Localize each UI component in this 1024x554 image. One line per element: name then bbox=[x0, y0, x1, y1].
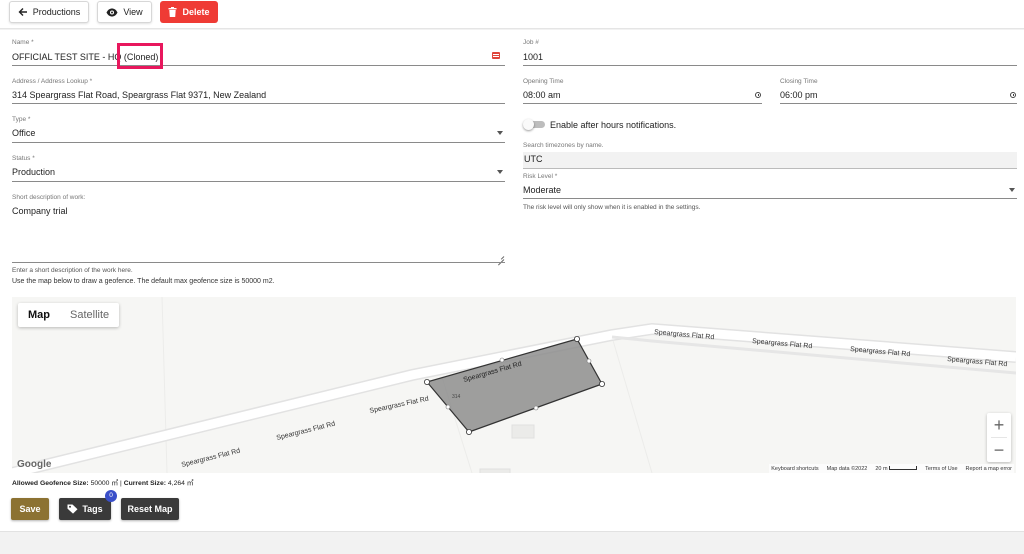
description-value: Company trial bbox=[12, 206, 68, 216]
geofence-midpoint-handle[interactable] bbox=[586, 358, 592, 364]
risk-value: Moderate bbox=[523, 185, 562, 195]
allowed-size-value: 50000 ㎡ bbox=[90, 480, 119, 487]
tags-count-badge: 0 bbox=[105, 490, 117, 502]
keyboard-shortcuts-link[interactable]: Keyboard shortcuts bbox=[771, 466, 818, 472]
parcel-number: 314 bbox=[452, 394, 461, 400]
job-number-field[interactable]: Job # 1001 bbox=[523, 39, 1017, 66]
after-hours-label: Enable after hours notifications. bbox=[550, 120, 677, 130]
type-select[interactable]: Type * Office bbox=[12, 116, 505, 143]
opening-time-field[interactable]: Opening Time 08:00 am bbox=[523, 78, 762, 104]
timezone-value: UTC bbox=[524, 154, 543, 164]
address-value: 314 Speargrass Flat Road, Speargrass Fla… bbox=[12, 90, 267, 100]
contact-card-icon[interactable] bbox=[492, 52, 500, 59]
description-label: Short description of work: bbox=[12, 194, 86, 201]
chevron-down-icon bbox=[1009, 188, 1015, 192]
status-label: Status * bbox=[12, 155, 35, 162]
closing-time-value: 06:00 pm bbox=[780, 90, 818, 100]
after-hours-toggle[interactable] bbox=[523, 119, 545, 130]
closing-time-label: Closing Time bbox=[780, 78, 818, 85]
type-value: Office bbox=[12, 128, 36, 138]
page-footer bbox=[0, 531, 1024, 554]
opening-time-label: Opening Time bbox=[523, 78, 564, 85]
reset-map-button[interactable]: Reset Map bbox=[121, 498, 179, 520]
map-type-control: Map Satellite bbox=[18, 303, 120, 327]
top-toolbar: Productions View Delete bbox=[0, 0, 1024, 29]
map-data-text: Map data ©2022 bbox=[826, 465, 868, 472]
reset-map-button-label: Reset Map bbox=[127, 504, 173, 514]
arrow-left-icon bbox=[18, 8, 27, 16]
geofence-midpoint-handle[interactable] bbox=[499, 357, 505, 363]
view-button-label: View bbox=[123, 7, 143, 17]
current-size-value: 4,264 ㎡ bbox=[167, 480, 194, 487]
chevron-down-icon bbox=[497, 170, 503, 174]
type-label: Type * bbox=[12, 116, 31, 123]
report-map-error-link[interactable]: Report a map error bbox=[966, 466, 1012, 472]
timezone-search-input[interactable]: UTC bbox=[523, 152, 1017, 169]
status-select[interactable]: Status * Production bbox=[12, 155, 505, 182]
job-value: 1001 bbox=[523, 52, 544, 62]
description-hint: Enter a short description of the work he… bbox=[12, 267, 133, 274]
opening-time-value: 08:00 am bbox=[523, 90, 561, 100]
allowed-size-label: Allowed Geofence Size: bbox=[12, 480, 89, 487]
save-button-label: Save bbox=[19, 504, 41, 514]
name-field[interactable]: Name * OFFICIAL TEST SITE - HQ (Cloned) bbox=[12, 39, 505, 66]
zoom-out-button[interactable]: − bbox=[987, 438, 1011, 462]
tag-icon bbox=[67, 504, 78, 514]
map-attribution: Keyboard shortcuts Map data ©2022 20 m T… bbox=[769, 464, 1014, 473]
status-value: Production bbox=[12, 167, 56, 177]
tags-button[interactable]: Tags bbox=[59, 498, 111, 520]
description-textarea[interactable]: Short description of work: Company trial bbox=[12, 194, 505, 263]
resize-handle-icon[interactable] bbox=[498, 254, 504, 260]
geofence-vertex-handle[interactable] bbox=[599, 381, 606, 388]
job-label: Job # bbox=[523, 39, 539, 46]
chevron-down-icon bbox=[497, 131, 503, 135]
delete-button-label: Delete bbox=[182, 7, 210, 17]
map-type-map-button[interactable]: Map bbox=[18, 303, 60, 327]
name-label: Name * bbox=[12, 39, 34, 46]
geofence-vertex-handle[interactable] bbox=[423, 379, 430, 386]
scale-bar-icon bbox=[889, 465, 918, 470]
delete-button[interactable]: Delete bbox=[160, 1, 218, 23]
risk-level-select[interactable]: Risk Level * Moderate bbox=[523, 173, 1017, 199]
terms-of-use-link[interactable]: Terms of Use bbox=[925, 466, 957, 472]
map-instruction: Use the map below to draw a geofence. Th… bbox=[12, 278, 275, 285]
trash-icon bbox=[168, 7, 177, 17]
geofence-size-info: Allowed Geofence Size: 50000 ㎡ | Current… bbox=[12, 480, 194, 487]
timezone-label: Search timezones by name. bbox=[523, 142, 604, 149]
google-logo: Google bbox=[17, 459, 52, 470]
cloned-highlight-box bbox=[117, 43, 163, 69]
map-scale: 20 m bbox=[875, 465, 918, 472]
back-to-productions-button[interactable]: Productions bbox=[9, 1, 89, 23]
address-label: Address / Address Lookup * bbox=[12, 78, 93, 85]
clock-icon[interactable] bbox=[1010, 92, 1016, 98]
geofence-midpoint-handle[interactable] bbox=[445, 404, 451, 410]
closing-time-field[interactable]: Closing Time 06:00 pm bbox=[780, 78, 1017, 104]
address-field[interactable]: Address / Address Lookup * 314 Speargras… bbox=[12, 78, 505, 104]
map-type-satellite-button[interactable]: Satellite bbox=[60, 303, 119, 327]
risk-label: Risk Level * bbox=[523, 173, 558, 180]
back-button-label: Productions bbox=[32, 7, 81, 17]
risk-hint: The risk level will only show when it is… bbox=[523, 204, 701, 211]
map-roads: Speargrass Flat Rd Speargrass Flat Rd Sp… bbox=[12, 297, 1016, 473]
save-button[interactable]: Save bbox=[11, 498, 49, 520]
geofence-vertex-handle[interactable] bbox=[465, 428, 472, 435]
tags-button-label: Tags bbox=[82, 504, 103, 514]
clock-icon[interactable] bbox=[755, 92, 761, 98]
current-size-label: Current Size: bbox=[123, 480, 167, 487]
zoom-control: + − bbox=[987, 413, 1011, 462]
geofence-midpoint-handle[interactable] bbox=[533, 405, 539, 411]
zoom-in-button[interactable]: + bbox=[987, 413, 1011, 437]
geofence-map[interactable]: Speargrass Flat Rd Speargrass Flat Rd Sp… bbox=[12, 297, 1016, 473]
eye-icon bbox=[106, 8, 118, 16]
geofence-vertex-handle[interactable] bbox=[574, 336, 581, 343]
view-button[interactable]: View bbox=[97, 1, 152, 23]
